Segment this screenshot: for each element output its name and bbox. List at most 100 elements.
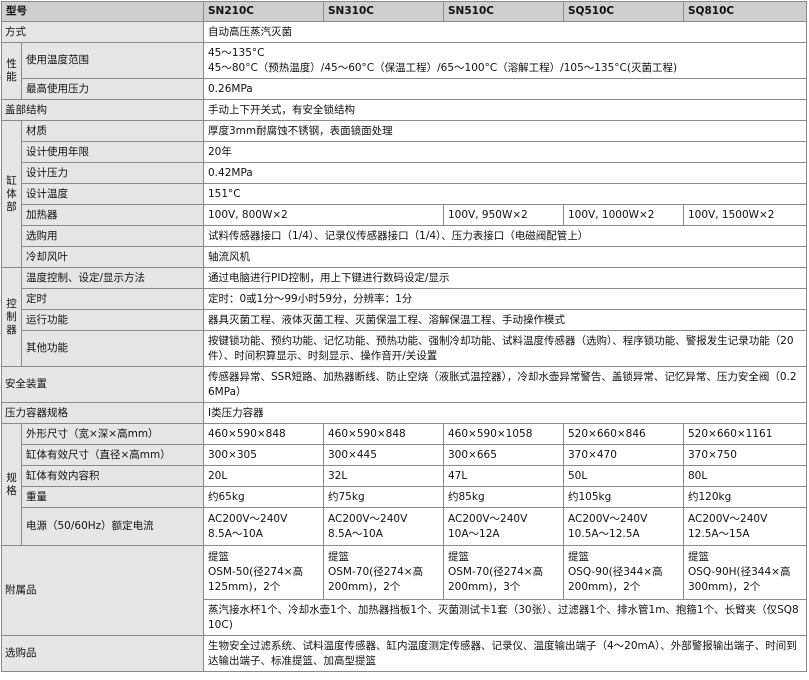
- temp-range-value: 45～135°C 45～80°C（预热温度）/45～60°C（保温工程）/65～1…: [203, 42, 807, 79]
- table-row: 缸体有效内容积 20L 32L 47L 50L 80L: [2, 465, 807, 487]
- design-life-label: 设计使用年限: [21, 141, 204, 163]
- tank-category: 缸体部: [1, 120, 22, 268]
- design-life-value: 20年: [203, 141, 807, 163]
- table-row: 最高使用压力 0.26MPa: [2, 78, 807, 100]
- basket-line: OSQ-90H(径344×高: [688, 566, 791, 578]
- timer-label: 定时: [21, 288, 204, 310]
- power-label: 电源（50/60Hz）额定电流: [21, 507, 204, 546]
- table-row: 冷却风叶 轴流风机: [2, 246, 807, 268]
- basket-line: OSM-50(径274×高: [208, 566, 304, 578]
- basket-cell: 提篮 OSQ-90(径344×高 200mm)，2个: [563, 545, 684, 600]
- basket-line: 200mm)，2个: [328, 581, 401, 593]
- basket-line: 提篮: [688, 551, 709, 563]
- power-value: AC200V～240V 8.5A～10A: [323, 507, 444, 546]
- volume-label: 缸体有效内容积: [21, 465, 204, 487]
- temp-range-line1: 45～135°C: [208, 46, 265, 59]
- power-current: 8.5A～10A: [328, 527, 383, 540]
- table-row: 安全装置 传感器异常、SSR短路、加热器断线、防止空烧（液胀式温控器），冷却水壶…: [1, 366, 807, 403]
- table-row: 盖部结构 手动上下开关式，有安全锁结构: [1, 99, 807, 121]
- spec-category: 规格: [1, 423, 22, 546]
- weight-value: 约75kg: [323, 486, 444, 508]
- power-voltage: AC200V～240V: [328, 512, 408, 525]
- model-sn310c: SN310C: [323, 1, 444, 22]
- power-value: AC200V～240V 10.5A～12.5A: [563, 507, 684, 546]
- basket-line: 提篮: [568, 551, 589, 563]
- table-row: 电源（50/60Hz）额定电流 AC200V～240V 8.5A～10A AC20…: [2, 507, 807, 546]
- basket-line: OSM-70(径274×高: [328, 566, 424, 578]
- other-label: 其他功能: [21, 330, 204, 367]
- weight-value: 约65kg: [203, 486, 324, 508]
- basket-line: 125mm)，2个: [208, 581, 281, 593]
- table-row: 加热器 100V, 800W×2 100V, 950W×2 100V, 1000…: [2, 204, 807, 226]
- table-row: 其他功能 按键锁功能、预约功能、记忆功能、预热功能、强制冷却功能、试料温度传感器…: [2, 330, 807, 367]
- heater-value-4: 100V, 1000W×2: [563, 204, 684, 226]
- model-sq510c: SQ510C: [563, 1, 684, 22]
- power-voltage: AC200V～240V: [208, 512, 288, 525]
- max-pressure-label: 最高使用压力: [21, 78, 204, 100]
- cooling-label: 冷却风叶: [21, 246, 204, 268]
- table-row: 压力容器规格 Ⅰ类压力容器: [1, 402, 807, 424]
- outer-label: 外形尺寸（宽×深×高mm）: [21, 423, 204, 445]
- table-row: 运行功能 器具灭菌工程、液体灭菌工程、灭菌保温工程、溶解保温工程、手动操作模式: [2, 309, 807, 331]
- method-value: 自动高压蒸汽灭菌: [203, 21, 807, 43]
- basket-line: 300mm)，2个: [688, 581, 761, 593]
- power-current: 10A～12A: [448, 527, 500, 540]
- heater-value-3: 100V, 950W×2: [443, 204, 564, 226]
- accessories-label: 附属品: [1, 545, 204, 636]
- temp-range-label: 使用温度范围: [21, 42, 204, 79]
- table-row: 控制器 温度控制、设定/显示方法 通过电脑进行PID控制，用上下键进行数码设定/…: [1, 267, 807, 367]
- method-label: 方式: [1, 21, 204, 43]
- weight-value: 约120kg: [683, 486, 807, 508]
- outer-value: 460×590×848: [203, 423, 324, 445]
- max-pressure-value: 0.26MPa: [203, 78, 807, 100]
- tank-size-label: 缸体有效尺寸（直径×高mm）: [21, 444, 204, 466]
- table-row: 设计温度 151°C: [2, 183, 807, 205]
- basket-line: 200mm)，3个: [448, 581, 521, 593]
- tank-size-value: 370×470: [563, 444, 684, 466]
- temp-control-value: 通过电脑进行PID控制，用上下键进行数码设定/显示: [203, 267, 807, 289]
- basket-cell: 提篮 OSM-70(径274×高 200mm)，2个: [323, 545, 444, 600]
- basket-cell: 提篮 OSM-70(径274×高 200mm)，3个: [443, 545, 564, 600]
- volume-value: 80L: [683, 465, 807, 487]
- other-value: 按键锁功能、预约功能、记忆功能、预热功能、强制冷却功能、试料温度传感器（选购）、…: [203, 330, 807, 367]
- power-voltage: AC200V～240V: [448, 512, 528, 525]
- options-value: 试料传感器接口（1/4）、记录仪传感器接口（1/4）、压力表接口（电磁阀配管上）: [203, 225, 807, 247]
- basket-line: OSM-70(径274×高: [448, 566, 544, 578]
- table-row: 规格 外形尺寸（宽×深×高mm） 460×590×848 460×590×848…: [1, 423, 807, 546]
- basket-cell: 提篮 OSQ-90H(径344×高 300mm)，2个: [683, 545, 807, 600]
- table-row: 缸体部 材质 厚度3mm耐腐蚀不锈钢，表面镜面处理: [1, 120, 807, 268]
- power-voltage: AC200V～240V: [688, 512, 768, 525]
- table-row: 设计压力 0.42MPa: [2, 162, 807, 184]
- design-temp-label: 设计温度: [21, 183, 204, 205]
- basket-line: 200mm)，2个: [568, 581, 641, 593]
- lid-label: 盖部结构: [1, 99, 204, 121]
- heater-label: 加热器: [21, 204, 204, 226]
- table-row: 选购用 试料传感器接口（1/4）、记录仪传感器接口（1/4）、压力表接口（电磁阀…: [2, 225, 807, 247]
- power-value: AC200V～240V 10A～12A: [443, 507, 564, 546]
- outer-value: 520×660×846: [563, 423, 684, 445]
- material-label: 材质: [21, 120, 204, 142]
- performance-category: 性能: [1, 42, 22, 100]
- spec-table: 型号 SN210C SN310C SN510C SQ510C SQ810C 方式…: [1, 1, 807, 672]
- power-current: 10.5A～12.5A: [568, 527, 640, 540]
- temp-control-label: 温度控制、设定/显示方法: [21, 267, 204, 289]
- tank-size-value: 300×305: [203, 444, 324, 466]
- design-pressure-value: 0.42MPa: [203, 162, 807, 184]
- power-current: 12.5A～15A: [688, 527, 750, 540]
- tank-size-value: 370×750: [683, 444, 807, 466]
- volume-value: 47L: [443, 465, 564, 487]
- basket-line: 提篮: [328, 551, 349, 563]
- weight-label: 重量: [21, 486, 204, 508]
- design-pressure-label: 设计压力: [21, 162, 204, 184]
- model-sq810c: SQ810C: [683, 1, 807, 22]
- outer-value: 460×590×848: [323, 423, 444, 445]
- optional-label: 选购品: [1, 635, 204, 672]
- temp-range-line2: 45～80°C（预热温度）/45～60°C（保温工程）/65～100°C（溶解工…: [208, 61, 678, 74]
- run-value: 器具灭菌工程、液体灭菌工程、灭菌保温工程、溶解保温工程、手动操作模式: [203, 309, 807, 331]
- table-row: 性能 使用温度范围 45～135°C 45～80°C（预热温度）/45～60°C（…: [1, 42, 807, 100]
- lid-value: 手动上下开关式，有安全锁结构: [203, 99, 807, 121]
- volume-value: 50L: [563, 465, 684, 487]
- tank-size-value: 300×665: [443, 444, 564, 466]
- table-row: 选购品 生物安全过滤系统、试料温度传感器、缸内温度测定传感器、记录仪、温度输出端…: [1, 635, 807, 672]
- volume-value: 20L: [203, 465, 324, 487]
